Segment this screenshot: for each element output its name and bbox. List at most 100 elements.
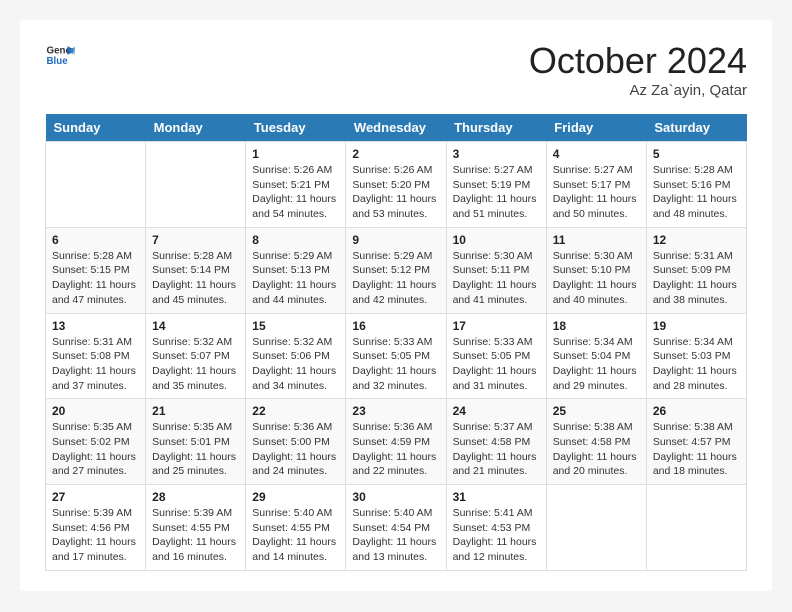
calendar-cell: 16 Sunrise: 5:33 AMSunset: 5:05 PMDayligh…	[346, 313, 446, 399]
day-number: 18	[553, 319, 640, 333]
day-info: Sunrise: 5:33 AMSunset: 5:05 PMDaylight:…	[453, 335, 540, 394]
calendar-cell	[546, 485, 646, 571]
calendar-cell: 3 Sunrise: 5:27 AMSunset: 5:19 PMDaylight…	[446, 142, 546, 228]
day-info: Sunrise: 5:35 AMSunset: 5:01 PMDaylight:…	[152, 420, 239, 479]
day-number: 19	[653, 319, 740, 333]
logo-icon: General Blue	[45, 40, 75, 70]
weekday-header-friday: Friday	[546, 114, 646, 142]
calendar-body: 1 Sunrise: 5:26 AMSunset: 5:21 PMDaylight…	[46, 142, 747, 571]
weekday-header-monday: Monday	[146, 114, 246, 142]
day-info: Sunrise: 5:32 AMSunset: 5:06 PMDaylight:…	[252, 335, 339, 394]
calendar-cell: 14 Sunrise: 5:32 AMSunset: 5:07 PMDayligh…	[146, 313, 246, 399]
calendar-cell: 25 Sunrise: 5:38 AMSunset: 4:58 PMDayligh…	[546, 399, 646, 485]
day-info: Sunrise: 5:31 AMSunset: 5:08 PMDaylight:…	[52, 335, 139, 394]
day-number: 10	[453, 233, 540, 247]
day-info: Sunrise: 5:40 AMSunset: 4:54 PMDaylight:…	[352, 506, 439, 565]
day-number: 22	[252, 404, 339, 418]
week-row-5: 27 Sunrise: 5:39 AMSunset: 4:56 PMDayligh…	[46, 485, 747, 571]
day-number: 2	[352, 147, 439, 161]
day-info: Sunrise: 5:38 AMSunset: 4:57 PMDaylight:…	[653, 420, 740, 479]
location: Az Za`ayin, Qatar	[529, 82, 747, 99]
week-row-4: 20 Sunrise: 5:35 AMSunset: 5:02 PMDayligh…	[46, 399, 747, 485]
calendar-cell: 7Sunrise: 5:28 AMSunset: 5:14 PMDaylight…	[146, 227, 246, 313]
calendar-cell	[146, 142, 246, 228]
calendar-cell	[46, 142, 146, 228]
calendar-cell	[646, 485, 746, 571]
day-info: Sunrise: 5:39 AMSunset: 4:56 PMDaylight:…	[52, 506, 139, 565]
day-number: 1	[252, 147, 339, 161]
day-info: Sunrise: 5:36 AMSunset: 5:00 PMDaylight:…	[252, 420, 339, 479]
calendar-cell: 27 Sunrise: 5:39 AMSunset: 4:56 PMDayligh…	[46, 485, 146, 571]
day-info: Sunrise: 5:26 AMSunset: 5:21 PMDaylight:…	[252, 163, 339, 222]
day-number: 8	[252, 233, 339, 247]
calendar-cell: 15Sunrise: 5:32 AMSunset: 5:06 PMDayligh…	[246, 313, 346, 399]
day-number: 27	[52, 490, 139, 504]
day-number: 3	[453, 147, 540, 161]
day-number: 26	[653, 404, 740, 418]
day-number: 16	[352, 319, 439, 333]
calendar-cell: 18 Sunrise: 5:34 AMSunset: 5:04 PMDayligh…	[546, 313, 646, 399]
day-info: Sunrise: 5:40 AMSunset: 4:55 PMDaylight:…	[252, 506, 339, 565]
day-info: Sunrise: 5:32 AMSunset: 5:07 PMDaylight:…	[152, 335, 239, 394]
calendar-cell: 31Sunrise: 5:41 AMSunset: 4:53 PMDayligh…	[446, 485, 546, 571]
calendar-cell: 22 Sunrise: 5:36 AMSunset: 5:00 PMDayligh…	[246, 399, 346, 485]
calendar-cell: 17Sunrise: 5:33 AMSunset: 5:05 PMDayligh…	[446, 313, 546, 399]
day-number: 13	[52, 319, 139, 333]
day-number: 20	[52, 404, 139, 418]
weekday-header-thursday: Thursday	[446, 114, 546, 142]
calendar-table: SundayMondayTuesdayWednesdayThursdayFrid…	[45, 114, 747, 571]
day-number: 4	[553, 147, 640, 161]
day-number: 14	[152, 319, 239, 333]
day-info: Sunrise: 5:31 AMSunset: 5:09 PMDaylight:…	[653, 249, 740, 308]
calendar-cell: 29 Sunrise: 5:40 AMSunset: 4:55 PMDayligh…	[246, 485, 346, 571]
day-info: Sunrise: 5:36 AMSunset: 4:59 PMDaylight:…	[352, 420, 439, 479]
day-number: 12	[653, 233, 740, 247]
day-number: 21	[152, 404, 239, 418]
calendar-cell: 2 Sunrise: 5:26 AMSunset: 5:20 PMDaylight…	[346, 142, 446, 228]
calendar-cell: 19Sunrise: 5:34 AMSunset: 5:03 PMDayligh…	[646, 313, 746, 399]
day-info: Sunrise: 5:29 AMSunset: 5:13 PMDaylight:…	[252, 249, 339, 308]
weekday-header-saturday: Saturday	[646, 114, 746, 142]
calendar-cell: 1 Sunrise: 5:26 AMSunset: 5:21 PMDaylight…	[246, 142, 346, 228]
day-info: Sunrise: 5:39 AMSunset: 4:55 PMDaylight:…	[152, 506, 239, 565]
calendar-cell: 30Sunrise: 5:40 AMSunset: 4:54 PMDayligh…	[346, 485, 446, 571]
day-number: 23	[352, 404, 439, 418]
week-row-2: 6Sunrise: 5:28 AMSunset: 5:15 PMDaylight…	[46, 227, 747, 313]
day-number: 29	[252, 490, 339, 504]
day-number: 5	[653, 147, 740, 161]
day-number: 28	[152, 490, 239, 504]
calendar-cell: 12 Sunrise: 5:31 AMSunset: 5:09 PMDayligh…	[646, 227, 746, 313]
calendar-cell: 20 Sunrise: 5:35 AMSunset: 5:02 PMDayligh…	[46, 399, 146, 485]
weekday-header-wednesday: Wednesday	[346, 114, 446, 142]
day-info: Sunrise: 5:26 AMSunset: 5:20 PMDaylight:…	[352, 163, 439, 222]
calendar-cell: 10 Sunrise: 5:30 AMSunset: 5:11 PMDayligh…	[446, 227, 546, 313]
calendar-cell: 21 Sunrise: 5:35 AMSunset: 5:01 PMDayligh…	[146, 399, 246, 485]
calendar-cell: 6Sunrise: 5:28 AMSunset: 5:15 PMDaylight…	[46, 227, 146, 313]
month-title: October 2024	[529, 40, 747, 82]
day-info: Sunrise: 5:30 AMSunset: 5:11 PMDaylight:…	[453, 249, 540, 308]
weekday-row: SundayMondayTuesdayWednesdayThursdayFrid…	[46, 114, 747, 142]
calendar-cell: 11 Sunrise: 5:30 AMSunset: 5:10 PMDayligh…	[546, 227, 646, 313]
svg-text:Blue: Blue	[47, 56, 69, 67]
day-info: Sunrise: 5:38 AMSunset: 4:58 PMDaylight:…	[553, 420, 640, 479]
weekday-header-tuesday: Tuesday	[246, 114, 346, 142]
calendar-cell: 26 Sunrise: 5:38 AMSunset: 4:57 PMDayligh…	[646, 399, 746, 485]
calendar-cell: 4 Sunrise: 5:27 AMSunset: 5:17 PMDaylight…	[546, 142, 646, 228]
week-row-1: 1 Sunrise: 5:26 AMSunset: 5:21 PMDaylight…	[46, 142, 747, 228]
day-info: Sunrise: 5:34 AMSunset: 5:04 PMDaylight:…	[553, 335, 640, 394]
logo: General Blue	[45, 40, 75, 70]
day-info: Sunrise: 5:27 AMSunset: 5:19 PMDaylight:…	[453, 163, 540, 222]
day-info: Sunrise: 5:28 AMSunset: 5:14 PMDaylight:…	[152, 249, 239, 308]
day-info: Sunrise: 5:30 AMSunset: 5:10 PMDaylight:…	[553, 249, 640, 308]
day-info: Sunrise: 5:37 AMSunset: 4:58 PMDaylight:…	[453, 420, 540, 479]
day-info: Sunrise: 5:29 AMSunset: 5:12 PMDaylight:…	[352, 249, 439, 308]
header: General Blue October 2024 Az Za`ayin, Qa…	[45, 40, 747, 99]
title-block: October 2024 Az Za`ayin, Qatar	[529, 40, 747, 99]
day-number: 25	[553, 404, 640, 418]
day-number: 24	[453, 404, 540, 418]
calendar-cell: 24 Sunrise: 5:37 AMSunset: 4:58 PMDayligh…	[446, 399, 546, 485]
day-info: Sunrise: 5:33 AMSunset: 5:05 PMDaylight:…	[352, 335, 439, 394]
day-info: Sunrise: 5:27 AMSunset: 5:17 PMDaylight:…	[553, 163, 640, 222]
day-info: Sunrise: 5:35 AMSunset: 5:02 PMDaylight:…	[52, 420, 139, 479]
day-number: 11	[553, 233, 640, 247]
